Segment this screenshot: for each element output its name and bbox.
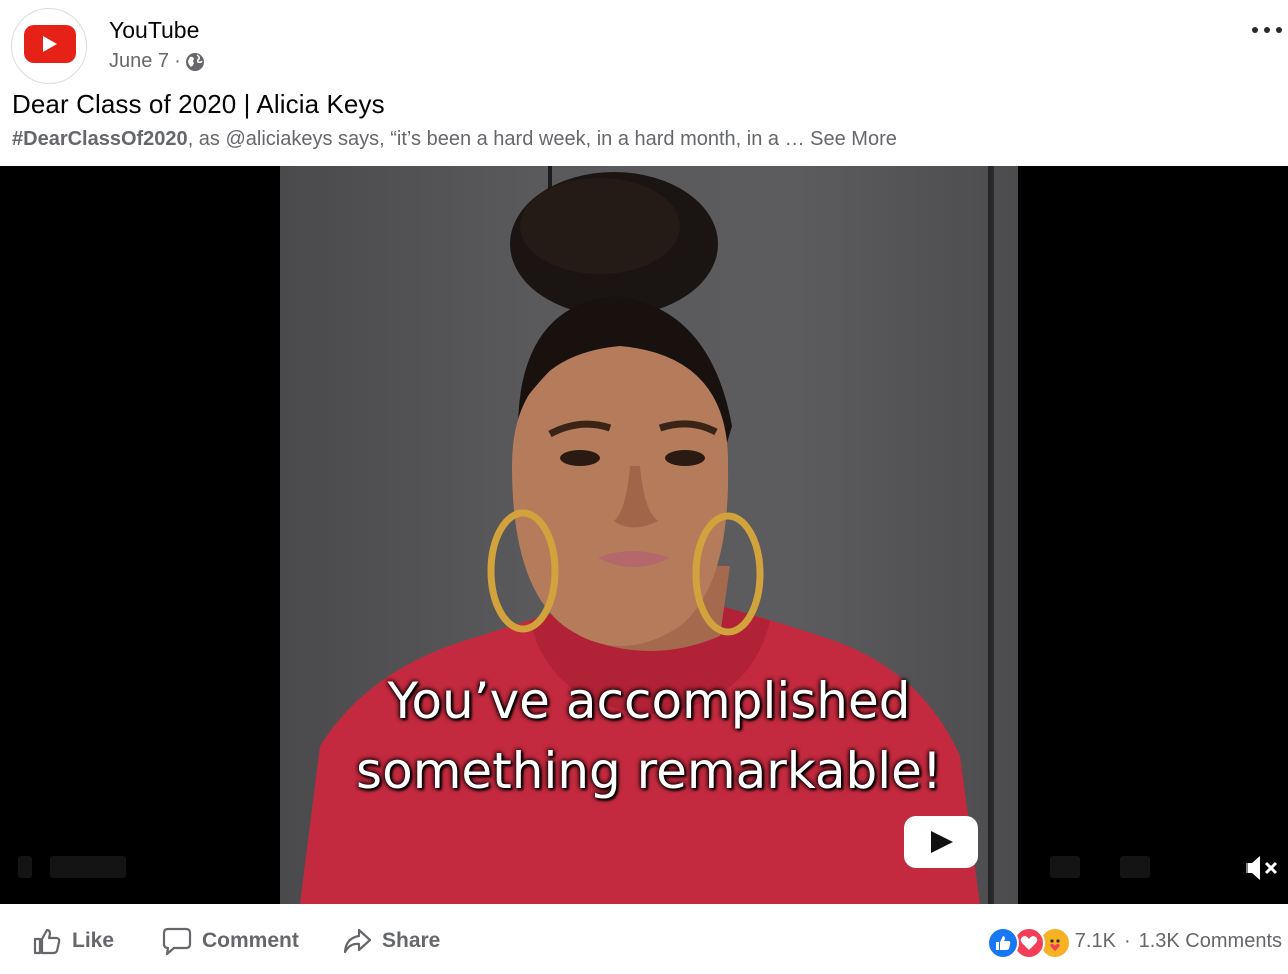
like-label: Like <box>72 929 115 952</box>
like-icon <box>33 928 61 955</box>
globe-icon <box>185 52 205 72</box>
mute-icon[interactable] <box>1244 852 1280 884</box>
youtube-logo-icon <box>24 25 76 63</box>
see-more-link[interactable]: See More <box>810 128 897 150</box>
play-icon <box>931 831 953 853</box>
like-reaction-icon <box>986 927 1019 959</box>
post-date[interactable]: June 7 <box>109 50 169 73</box>
comments-count[interactable]: 1.3K Comments <box>1139 930 1282 953</box>
play-button[interactable] <box>904 816 978 868</box>
post-meta: June 7 · <box>109 50 205 73</box>
meta-separator: · <box>174 50 181 72</box>
caption-line-2: something remarkable! <box>356 742 942 800</box>
video-player[interactable]: You’ve accomplished something remarkable… <box>0 166 1288 904</box>
engagement-separator: · <box>1123 929 1131 952</box>
page-avatar[interactable] <box>11 8 87 84</box>
fullscreen-ghost <box>1120 856 1150 878</box>
share-icon <box>343 928 372 954</box>
comment-icon <box>162 927 192 956</box>
caption-line-1: You’ve accomplished <box>387 672 911 730</box>
reactions-count[interactable]: 7.1K <box>1075 930 1116 953</box>
share-button[interactable]: Share <box>342 924 440 958</box>
description-text: , as @aliciakeys says, “it’s been a hard… <box>187 128 811 150</box>
video-frame: You’ve accomplished something remarkable… <box>280 166 1018 904</box>
like-button[interactable]: Like <box>32 924 114 958</box>
more-options-icon[interactable] <box>1252 20 1282 40</box>
share-label: Share <box>382 929 441 952</box>
post-description: #DearClassOf2020, as @aliciakeys says, “… <box>12 128 897 151</box>
hashtag-link[interactable]: #DearClassOf2020 <box>12 128 188 150</box>
reaction-icons[interactable] <box>986 925 1073 959</box>
time-ghost <box>50 856 126 878</box>
comment-button[interactable]: Comment <box>162 924 299 958</box>
comment-label: Comment <box>202 929 299 952</box>
video-caption: You’ve accomplished something remarkable… <box>280 666 1018 806</box>
play-pause-ghost <box>18 856 32 878</box>
engagement-summary: 7.1K · 1.3K Comments <box>986 925 1282 959</box>
author-name[interactable]: YouTube <box>109 17 199 44</box>
post-title: Dear Class of 2020 | Alicia Keys <box>12 89 385 119</box>
settings-ghost <box>1050 856 1080 878</box>
